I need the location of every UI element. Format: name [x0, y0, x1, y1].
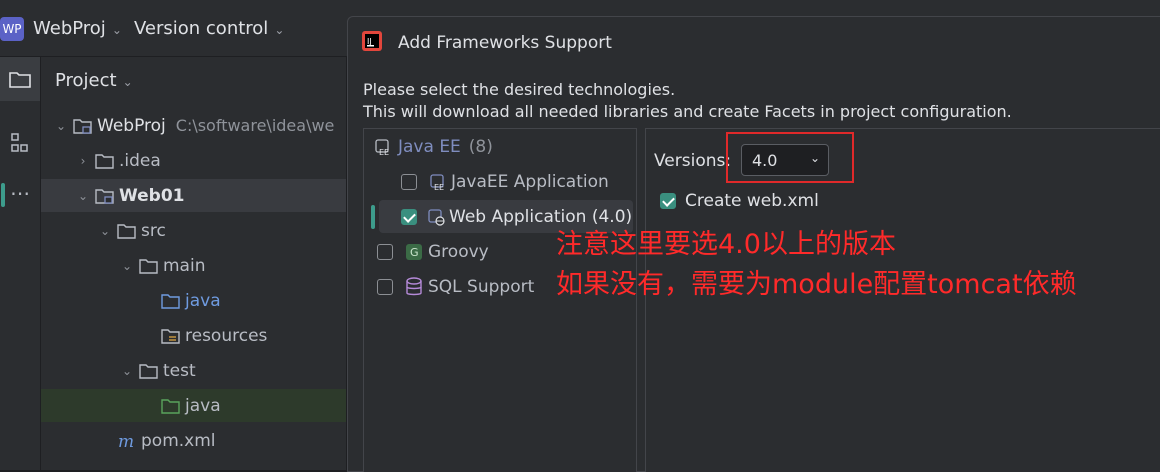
tree-node-label: test [163, 360, 196, 381]
create-webxml-checkbox[interactable] [660, 193, 676, 209]
framework-group-javaee[interactable]: EE Java EE (8) [374, 130, 493, 163]
folder-icon [9, 72, 31, 88]
more-tools-button[interactable]: ⋯ [0, 177, 40, 209]
selection-marker [371, 205, 375, 229]
group-count: (8) [468, 136, 493, 157]
folder-icon [139, 362, 159, 380]
chevron-right-icon[interactable]: › [75, 154, 91, 168]
structure-icon [11, 133, 28, 152]
sql-support-checkbox[interactable] [377, 278, 393, 295]
maven-icon: m [117, 432, 137, 450]
framework-item-groovy[interactable]: G Groovy [377, 235, 489, 268]
dialog-description-line2: This will download all needed libraries … [363, 102, 1012, 121]
framework-item-sql-support[interactable]: SQL Support [377, 270, 534, 303]
folder-icon [95, 152, 115, 170]
create-webxml-label: Create web.xml [685, 191, 819, 211]
tree-node-label: src [141, 220, 166, 241]
svg-text:IJ: IJ [367, 37, 372, 46]
javaee-application-checkbox[interactable] [401, 173, 417, 190]
chevron-down-icon: ⌄ [274, 23, 285, 37]
chevron-down-icon[interactable]: ⌄ [119, 259, 135, 273]
tree-node[interactable]: ⌄ Web01 [1, 179, 346, 212]
tree-node-label: main [163, 255, 206, 276]
vcs-label: Version control [134, 18, 269, 39]
tree-node[interactable]: resources [41, 319, 346, 352]
group-label: Java EE [398, 136, 461, 157]
project-panel: Project ⌄ ⌄ WebProj C:\software\idea\we › .id… [1, 57, 346, 470]
tree-node-label: WebProj [97, 115, 166, 136]
dialog-description-line1: Please select the desired technologies. [363, 80, 676, 99]
web-module-icon [428, 208, 445, 226]
tree-node[interactable]: ⌄ main [41, 249, 346, 282]
versions-label: Versions: [654, 151, 732, 171]
vcs-menu[interactable]: Version control ⌄ [134, 18, 284, 39]
svg-text:G: G [410, 246, 419, 259]
tree-node[interactable]: ⌄ test [41, 354, 346, 387]
svg-text:EE: EE [379, 148, 389, 157]
chevron-down-icon: ⌄ [122, 75, 133, 89]
chevron-down-icon[interactable]: ⌄ [75, 189, 91, 203]
tree-node-label: java [185, 290, 221, 311]
tree-node-label: .idea [119, 150, 161, 171]
more-icon: ⋯ [10, 181, 30, 205]
framework-label: Groovy [428, 241, 489, 262]
chevron-down-icon[interactable]: ⌄ [119, 364, 135, 378]
svg-text:m: m [118, 432, 134, 450]
tool-window-strip: ⋯ [0, 57, 41, 470]
svg-text:EE: EE [434, 183, 444, 192]
tree-node-label: pom.xml [141, 430, 216, 451]
module-folder-icon [95, 187, 115, 205]
selection-marker [1, 183, 5, 207]
chevron-down-icon[interactable]: ⌄ [97, 224, 113, 238]
annotation-line1: 注意这里要选4.0以上的版本 [556, 229, 896, 260]
structure-tool-button[interactable] [0, 127, 40, 159]
tree-node[interactable]: java [41, 389, 346, 422]
tree-node-label: resources [185, 325, 268, 346]
folder-icon [117, 222, 137, 240]
web-application-checkbox[interactable] [401, 208, 417, 225]
resources-folder-icon [161, 327, 181, 345]
annotation-line2: 如果没有，需要为module配置tomcat依赖 [556, 269, 1077, 300]
panel-title-label: Project [55, 70, 117, 91]
intellij-logo-icon: IJ [362, 31, 382, 51]
tree-node-label: java [185, 395, 221, 416]
framework-label: SQL Support [428, 276, 535, 297]
tree-node[interactable]: java [41, 284, 346, 317]
database-icon [406, 276, 422, 295]
tree-node[interactable]: m pom.xml [41, 424, 346, 457]
project-badge[interactable]: WP [0, 17, 24, 41]
chevron-down-icon[interactable]: ⌄ [53, 119, 69, 133]
folder-icon [139, 257, 159, 275]
create-webxml-option[interactable]: Create web.xml [660, 191, 819, 211]
highlight-box [726, 132, 854, 183]
framework-item-javaee-application[interactable]: EE JavaEE Application [401, 165, 609, 198]
test-folder-icon [161, 397, 181, 415]
tree-node[interactable]: › .idea [41, 144, 346, 177]
javaee-icon: EE [375, 138, 389, 157]
module-folder-icon [73, 117, 93, 135]
project-name: WebProj [33, 18, 106, 39]
project-tool-button[interactable] [0, 57, 40, 101]
tree-node[interactable]: ⌄ WebProj C:\software\idea\we [41, 109, 346, 142]
panel-title[interactable]: Project ⌄ [55, 70, 133, 91]
javaee-icon: EE [430, 173, 444, 192]
groovy-checkbox[interactable] [377, 243, 393, 260]
tree-node-label: Web01 [119, 185, 185, 206]
tree-node-path: C:\software\idea\we [175, 116, 335, 135]
dialog-title: Add Frameworks Support [398, 33, 612, 53]
groovy-icon: G [406, 243, 422, 260]
source-folder-icon [161, 292, 181, 310]
chevron-down-icon: ⌄ [111, 23, 122, 37]
framework-label: JavaEE Application [451, 171, 609, 192]
project-selector[interactable]: WebProj ⌄ [33, 18, 122, 39]
tree-node[interactable]: ⌄ src [41, 214, 346, 247]
